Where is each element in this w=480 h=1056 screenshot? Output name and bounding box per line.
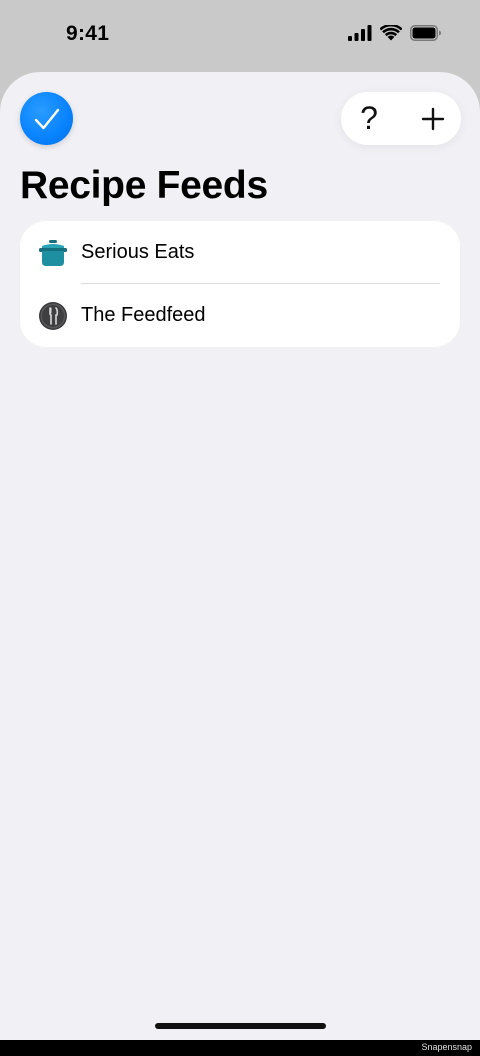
page-title: Recipe Feeds <box>20 164 268 207</box>
help-button[interactable]: ? <box>341 92 397 145</box>
wifi-icon <box>380 25 402 41</box>
status-time: 9:41 <box>66 22 110 45</box>
recipe-feeds-sheet: ? Recipe Feeds Serious Eats The Feedfeed <box>0 72 480 1040</box>
feed-row-the-feedfeed[interactable]: The Feedfeed <box>20 284 460 347</box>
cellular-signal-icon <box>348 25 372 41</box>
done-button[interactable] <box>20 92 73 145</box>
battery-icon <box>410 25 441 41</box>
add-button[interactable] <box>405 92 461 145</box>
status-bar: 9:41 <box>0 0 480 72</box>
home-indicator[interactable] <box>155 1023 326 1029</box>
feed-row-serious-eats[interactable]: Serious Eats <box>20 221 460 284</box>
feed-label: Serious Eats <box>81 241 195 263</box>
toolbar-pill: ? <box>341 92 461 145</box>
watermark: Snapensnap <box>421 1042 472 1052</box>
footer-strip: Snapensnap <box>0 1040 480 1056</box>
cooking-pot-icon <box>39 240 67 266</box>
utensils-icon <box>39 302 67 330</box>
status-icons <box>348 25 442 41</box>
plus-icon <box>421 107 445 130</box>
feed-label: The Feedfeed <box>81 304 206 326</box>
feed-list: Serious Eats The Feedfeed <box>20 221 460 347</box>
checkmark-icon <box>34 108 59 129</box>
